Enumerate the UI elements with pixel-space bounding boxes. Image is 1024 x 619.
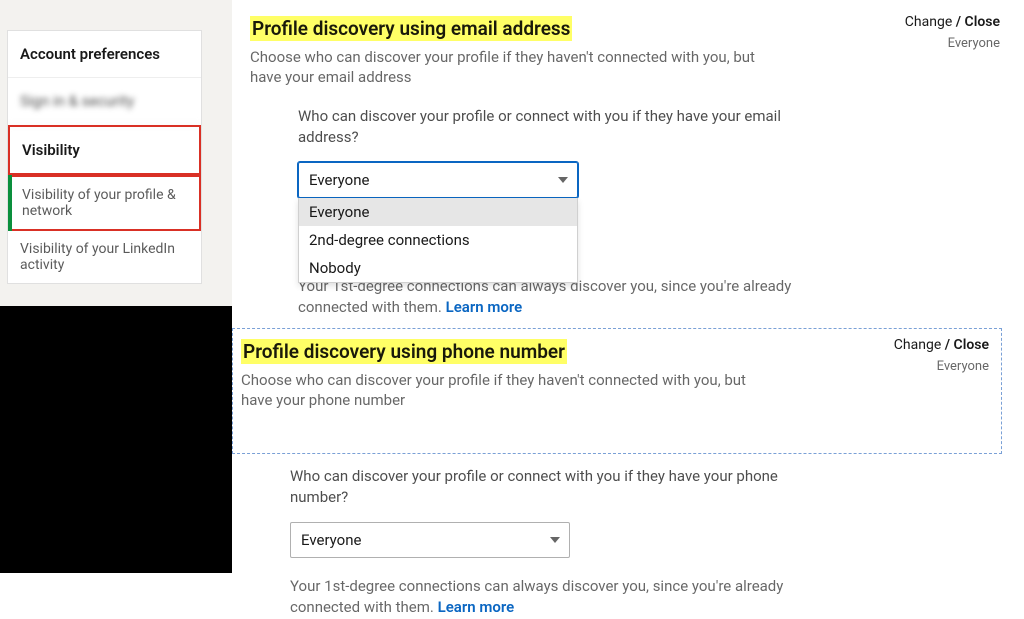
change-link[interactable]: Change: [894, 337, 941, 353]
learn-more-link[interactable]: Learn more: [438, 598, 515, 616]
sidebar-sub-linkedin-activity[interactable]: Visibility of your LinkedIn activity: [8, 231, 201, 283]
option-everyone[interactable]: Everyone: [299, 198, 577, 226]
email-visibility-select[interactable]: Everyone Everyone 2nd-degree connections…: [298, 162, 578, 198]
section-phone-discovery: Change / Close Everyone Profile discover…: [232, 328, 1002, 454]
selected-value: Everyone: [301, 531, 361, 549]
section-description: Choose who can discover your profile if …: [241, 370, 761, 411]
section-body: Who can discover your profile or connect…: [232, 466, 792, 619]
chevron-down-icon: [558, 177, 568, 183]
dropdown-list: Everyone 2nd-degree connections Nobody: [298, 198, 578, 283]
sidebar-item-signin-security[interactable]: Sign in & security: [8, 78, 201, 125]
sidebar-item-visibility[interactable]: Visibility: [8, 125, 201, 175]
close-link[interactable]: Close: [954, 337, 989, 353]
selected-value: Everyone: [309, 171, 369, 189]
phone-visibility-select[interactable]: Everyone: [290, 522, 570, 558]
question-text: Who can discover your profile or connect…: [298, 106, 810, 148]
question-text: Who can discover your profile or connect…: [290, 466, 792, 508]
select-box[interactable]: Everyone: [290, 522, 570, 558]
note-text: Your 1st-degree connections can always d…: [290, 576, 792, 619]
section-title: Profile discovery using email address: [250, 16, 572, 41]
section-title: Profile discovery using phone number: [241, 339, 567, 364]
select-box[interactable]: Everyone: [298, 162, 578, 198]
change-close-row: Change / Close Everyone: [905, 14, 1000, 51]
chevron-down-icon: [550, 537, 560, 543]
main-content: Change / Close Everyone Profile discover…: [232, 0, 1024, 343]
change-close-row: Change / Close Everyone: [894, 337, 989, 374]
learn-more-link[interactable]: Learn more: [446, 298, 523, 316]
option-nobody[interactable]: Nobody: [299, 254, 577, 282]
change-link[interactable]: Change: [905, 14, 952, 30]
sidebar-item-account-preferences[interactable]: Account preferences: [8, 31, 201, 78]
slash: /: [952, 14, 964, 30]
section-email-discovery: Change / Close Everyone Profile discover…: [232, 0, 1024, 343]
current-status: Everyone: [894, 359, 989, 374]
settings-sidebar: Account preferences Sign in & security V…: [7, 30, 202, 284]
section-phone-discovery-wrap: Change / Close Everyone Profile discover…: [232, 328, 1002, 619]
slash: /: [941, 337, 953, 353]
current-status: Everyone: [905, 36, 1000, 51]
section-body: Who can discover your profile or connect…: [250, 106, 810, 320]
option-2nd-degree[interactable]: 2nd-degree connections: [299, 226, 577, 254]
black-block: [0, 306, 232, 573]
close-link[interactable]: Close: [965, 14, 1000, 30]
sidebar-sub-profile-network[interactable]: Visibility of your profile & network: [8, 175, 201, 231]
section-description: Choose who can discover your profile if …: [250, 47, 770, 88]
note-pre: Your 1st-degree connections can always d…: [290, 577, 783, 617]
